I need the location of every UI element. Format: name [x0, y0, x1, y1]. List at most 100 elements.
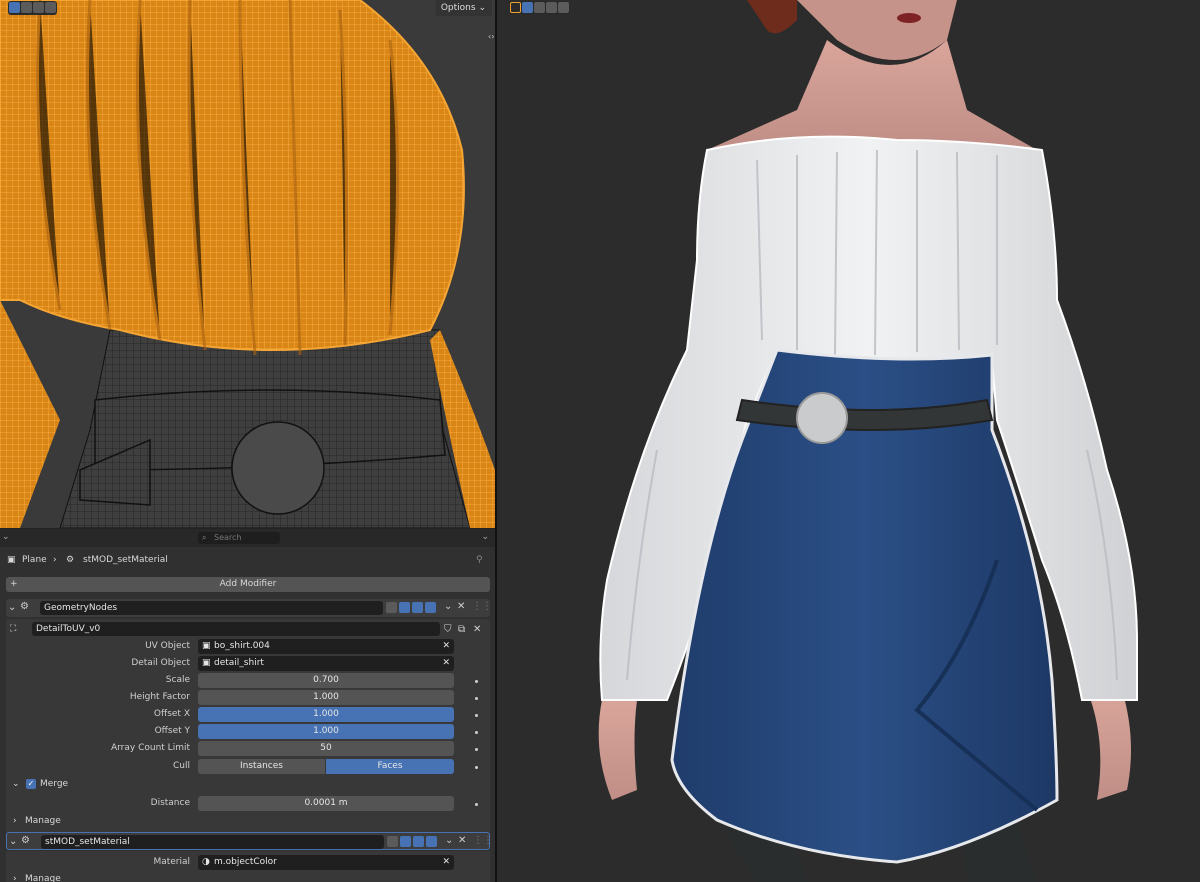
viewport-display-icon[interactable] [413, 836, 424, 847]
character-render [598, 0, 1138, 882]
chevron-down-icon[interactable]: ⌄ [445, 835, 453, 846]
offset-y-field[interactable]: 1.000 [198, 724, 454, 739]
select-subtract-icon[interactable] [546, 2, 557, 13]
chevron-right-icon[interactable]: › [13, 872, 17, 882]
modifier-header-geometry[interactable]: ⌄ ⚙ GeometryNodes ⌄ ✕ ⋮⋮ [6, 599, 492, 617]
properties-header: ⌄ ⌕ Search ⌄ [0, 529, 495, 547]
plus-icon: + [10, 579, 18, 589]
material-label: Material [153, 857, 190, 867]
add-modifier-button[interactable]: + Add Modifier [6, 577, 490, 592]
chevron-down-icon[interactable]: ⌄ [444, 601, 452, 612]
keyframe-dot-icon[interactable] [475, 748, 478, 751]
breadcrumb-object: Plane [22, 555, 47, 565]
cursor-icon[interactable] [510, 2, 521, 13]
geometry-nodes-icon: ⚙ [20, 601, 29, 612]
detail-object-field[interactable]: ▣ detail_shirt ✕ [198, 656, 454, 671]
uv-object-field[interactable]: ▣ bo_shirt.004 ✕ [198, 639, 454, 654]
breadcrumb: ▣ Plane › ⚙ stMOD_setMaterial ⚲ [0, 551, 495, 569]
wireframe-viewport[interactable]: Options ⌄ [0, 0, 495, 528]
chevron-down-icon[interactable]: ⌄ [481, 532, 489, 542]
object-icon: ▣ [202, 658, 211, 668]
close-icon[interactable]: ✕ [442, 639, 450, 654]
keyframe-dot-icon[interactable] [475, 714, 478, 717]
chevron-down-icon[interactable]: ⌄ [2, 532, 10, 542]
edit-mode-icon[interactable] [399, 602, 410, 613]
select-intersect-icon[interactable] [45, 2, 56, 13]
select-box-icon[interactable] [522, 2, 533, 13]
keyframe-dot-icon[interactable] [475, 731, 478, 734]
offset-x-label: Offset X [153, 709, 190, 719]
merge-checkbox[interactable]: ✓ [26, 779, 36, 789]
merge-subpanel-header[interactable]: ⌄ ✓ Merge [10, 777, 488, 792]
node-group-row: ⛶ DetailToUV_v0 ⛉ ⧉ ✕ [10, 622, 488, 637]
chevron-right-icon[interactable]: › [13, 814, 17, 829]
render-camera-icon[interactable] [426, 836, 437, 847]
drag-handle-icon[interactable]: ⋮⋮ [472, 601, 492, 612]
material-field[interactable]: ◑ m.objectColor ✕ [198, 855, 454, 870]
keyframe-dot-icon[interactable] [475, 803, 478, 806]
render-camera-icon[interactable] [425, 602, 436, 613]
drag-handle-icon[interactable]: ⋮⋮ [473, 835, 493, 846]
modifier-header-material[interactable]: ⌄ ⚙ stMOD_setMaterial ⌄ ✕ ⋮⋮ [6, 832, 493, 850]
chevron-right-icon: › [53, 555, 57, 565]
select-intersect-icon[interactable] [558, 2, 569, 13]
split-arrows-icon[interactable]: ‹› [488, 32, 494, 41]
node-tree-icon[interactable]: ⛶ [10, 622, 16, 637]
distance-label: Distance [150, 798, 190, 808]
uv-object-label: UV Object [145, 641, 190, 651]
cull-option-instances[interactable]: Instances [198, 759, 325, 774]
close-icon[interactable]: ✕ [473, 622, 481, 637]
keyframe-dot-icon[interactable] [475, 680, 478, 683]
merge-label: Merge [40, 779, 69, 789]
distance-field[interactable]: 0.0001 m [198, 796, 454, 811]
cull-label: Cull [173, 761, 190, 771]
select-mode-toolbar[interactable] [8, 1, 57, 15]
search-icon: ⌕ [202, 533, 207, 542]
render-select-toolbar[interactable] [509, 1, 570, 15]
viewport-display-icon[interactable] [412, 602, 423, 613]
modifier-name-field[interactable]: stMOD_setMaterial [41, 835, 384, 849]
select-subtract-icon[interactable] [33, 2, 44, 13]
select-extend-icon[interactable] [534, 2, 545, 13]
height-factor-field[interactable]: 1.000 [198, 690, 454, 705]
scale-field[interactable]: 0.700 [198, 673, 454, 688]
close-icon[interactable]: ✕ [457, 601, 465, 612]
material-value: m.objectColor [214, 857, 277, 867]
modifier-name-field[interactable]: GeometryNodes [40, 601, 383, 615]
chevron-down-icon: ⌄ [478, 3, 486, 13]
array-count-field[interactable]: 50 [198, 741, 454, 756]
manage-label: Manage [25, 874, 61, 882]
offset-x-field[interactable]: 1.000 [198, 707, 454, 722]
manage-subpanel-header[interactable]: › Manage [10, 872, 488, 882]
shield-icon[interactable]: ⛉ [444, 622, 452, 637]
close-icon[interactable]: ✕ [458, 835, 466, 846]
select-box-icon[interactable] [9, 2, 20, 13]
object-icon: ▣ [202, 641, 211, 651]
chevron-down-icon[interactable]: ⌄ [9, 836, 17, 847]
manage-label: Manage [25, 816, 61, 826]
pin-icon[interactable]: ⚲ [476, 551, 483, 569]
properties-panel: ⌄ ⌕ Search ⌄ ▣ Plane › ⚙ stMOD_setMateri… [0, 528, 495, 882]
edit-mode-icon[interactable] [400, 836, 411, 847]
chevron-down-icon[interactable]: ⌄ [12, 777, 20, 792]
keyframe-dot-icon[interactable] [475, 766, 478, 769]
array-count-label: Array Count Limit [110, 743, 190, 753]
select-extend-icon[interactable] [21, 2, 32, 13]
wireframe-render [0, 0, 495, 528]
node-group-field[interactable]: DetailToUV_v0 [32, 622, 440, 636]
options-dropdown[interactable]: Options ⌄ [434, 0, 492, 16]
search-input[interactable]: ⌕ Search [198, 532, 280, 544]
close-icon[interactable]: ✕ [442, 656, 450, 671]
close-icon[interactable]: ✕ [442, 855, 450, 870]
search-placeholder: Search [214, 533, 242, 542]
chevron-down-icon[interactable]: ⌄ [8, 602, 16, 613]
edit-cage-icon[interactable] [387, 836, 398, 847]
cull-option-faces[interactable]: Faces [326, 759, 454, 774]
manage-subpanel-header[interactable]: › Manage [10, 814, 488, 829]
scale-label: Scale [165, 675, 190, 685]
detail-object-value: detail_shirt [214, 658, 264, 668]
edit-cage-icon[interactable] [386, 602, 397, 613]
render-viewport[interactable] [497, 0, 1200, 882]
keyframe-dot-icon[interactable] [475, 697, 478, 700]
duplicate-icon[interactable]: ⧉ [458, 622, 465, 637]
